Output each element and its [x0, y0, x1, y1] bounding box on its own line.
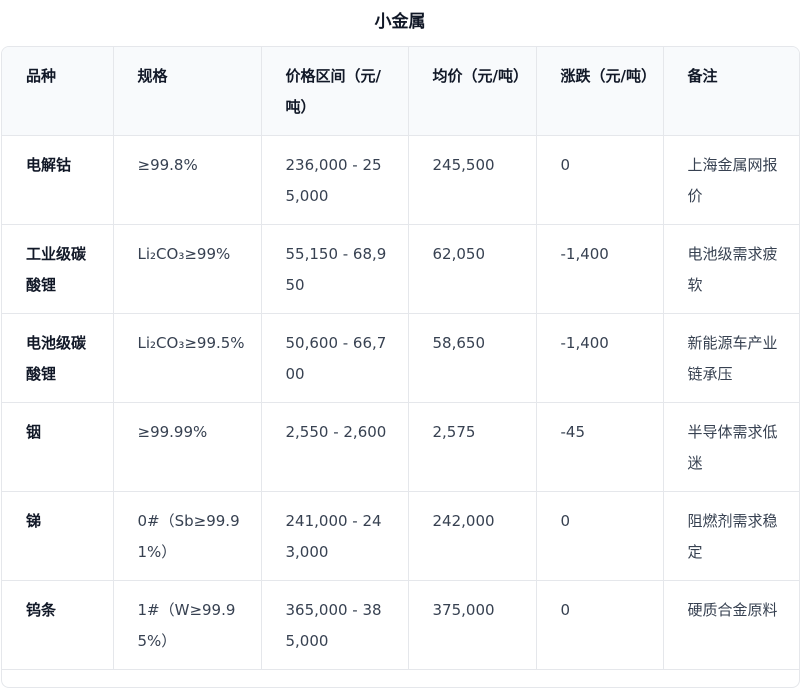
metals-price-table: 品种 规格 价格区间（元/吨） 均价（元/吨） 涨跌（元/吨） 备注 电解钴 ≥…: [2, 47, 799, 670]
table-row: 电解钴 ≥99.8% 236,000 - 255,000 245,500 0 上…: [2, 135, 799, 225]
header-variety: 品种: [2, 47, 114, 136]
header-avg-price: 均价（元/吨）: [408, 47, 537, 136]
cell-avg-price: 242,000: [408, 491, 537, 581]
cell-variety: 锑: [2, 491, 114, 581]
header-change: 涨跌（元/吨）: [536, 47, 664, 136]
cell-price-range: 55,150 - 68,950: [261, 224, 409, 314]
cell-variety: 钨条: [2, 580, 114, 670]
metals-table-container: 品种 规格 价格区间（元/吨） 均价（元/吨） 涨跌（元/吨） 备注 电解钴 ≥…: [1, 46, 800, 688]
cell-price-range: 50,600 - 66,700: [261, 313, 409, 403]
cell-spec: 0#（Sb≥99.91%）: [113, 491, 262, 581]
cell-avg-price: 62,050: [408, 224, 537, 314]
cell-avg-price: 58,650: [408, 313, 537, 403]
cell-change: 0: [536, 491, 664, 581]
header-note: 备注: [663, 47, 799, 136]
cell-note: 上海金属网报价: [663, 135, 799, 225]
cell-note: 阻燃剂需求稳定: [663, 491, 799, 581]
table-row: 电池级碳酸锂 Li₂CO₃≥99.5% 50,600 - 66,700 58,6…: [2, 313, 799, 403]
cell-spec: Li₂CO₃≥99.5%: [113, 313, 262, 403]
table-header-row: 品种 规格 价格区间（元/吨） 均价（元/吨） 涨跌（元/吨） 备注: [2, 47, 799, 136]
cell-avg-price: 2,575: [408, 402, 537, 492]
cell-note: 新能源车产业链承压: [663, 313, 799, 403]
header-spec: 规格: [113, 47, 262, 136]
cell-variety: 电解钴: [2, 135, 114, 225]
cell-spec: ≥99.99%: [113, 402, 262, 492]
cell-variety: 电池级碳酸锂: [2, 313, 114, 403]
cell-note: 硬质合金原料: [663, 580, 799, 670]
cell-change: -45: [536, 402, 664, 492]
cell-note: 电池级需求疲软: [663, 224, 799, 314]
cell-price-range: 241,000 - 243,000: [261, 491, 409, 581]
cell-spec: 1#（W≥99.95%）: [113, 580, 262, 670]
cell-change: -1,400: [536, 313, 664, 403]
cell-price-range: 365,000 - 385,000: [261, 580, 409, 670]
table-row: 铟 ≥99.99% 2,550 - 2,600 2,575 -45 半导体需求低…: [2, 402, 799, 492]
cell-variety: 铟: [2, 402, 114, 492]
cell-spec: ≥99.8%: [113, 135, 262, 225]
cell-price-range: 236,000 - 255,000: [261, 135, 409, 225]
cell-change: -1,400: [536, 224, 664, 314]
cell-change: 0: [536, 580, 664, 670]
cell-change: 0: [536, 135, 664, 225]
header-price-range: 价格区间（元/吨）: [261, 47, 409, 136]
table-row: 工业级碳酸锂 Li₂CO₃≥99% 55,150 - 68,950 62,050…: [2, 224, 799, 314]
cell-avg-price: 375,000: [408, 580, 537, 670]
cell-note: 半导体需求低迷: [663, 402, 799, 492]
table-row: 锑 0#（Sb≥99.91%） 241,000 - 243,000 242,00…: [2, 491, 799, 581]
cell-avg-price: 245,500: [408, 135, 537, 225]
cell-variety: 工业级碳酸锂: [2, 224, 114, 314]
cell-spec: Li₂CO₃≥99%: [113, 224, 262, 314]
page-title: 小金属: [374, 12, 426, 32]
table-row: 钨条 1#（W≥99.95%） 365,000 - 385,000 375,00…: [2, 580, 799, 670]
cell-price-range: 2,550 - 2,600: [261, 402, 409, 492]
